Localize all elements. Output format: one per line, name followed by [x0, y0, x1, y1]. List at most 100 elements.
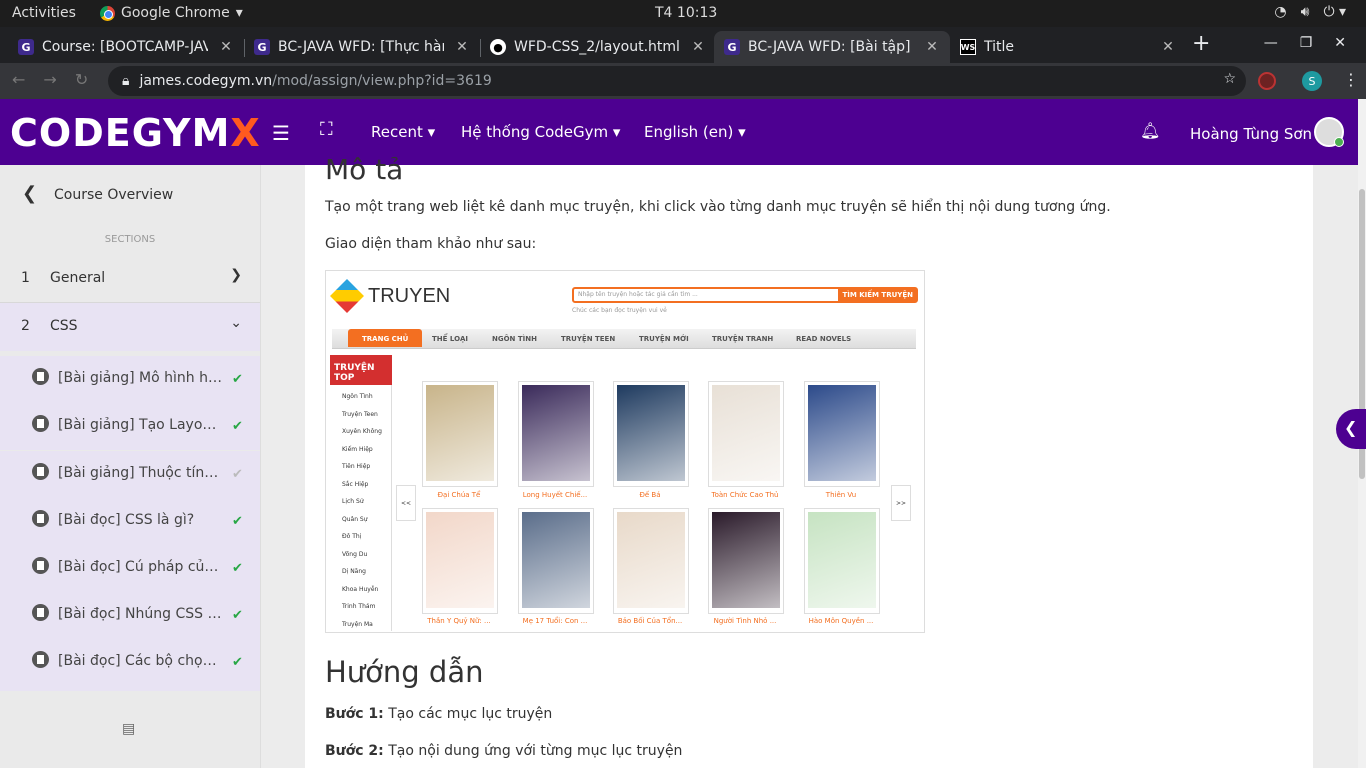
mockup-menu-item: TRANG CHỦ	[348, 329, 423, 347]
activity-label: [Bài đọc] Các bộ chọn (...	[58, 653, 223, 669]
section-heading-description: Mô tả	[325, 153, 404, 186]
bell-icon[interactable]: 🔔︎	[1140, 121, 1160, 140]
mockup-brand: TRUYEN	[330, 279, 450, 313]
activity-item[interactable]: [Bài giảng] Mô hình hộp... ✔	[0, 356, 260, 403]
activity-label: [Bài giảng] Tạo Layout ...	[58, 417, 223, 433]
user-name[interactable]: Hoàng Tùng Sơn	[1190, 125, 1312, 143]
tab-thuc-hanh[interactable]: G BC-JAVA WFD: [Thực hành ✕	[244, 31, 480, 63]
cover-image	[522, 512, 590, 608]
site-header: CODEGYMX ☰ ⛶ Recent ▾ Hệ thống CodeGym ▾…	[0, 99, 1358, 165]
reload-icon[interactable]: ↻	[75, 70, 88, 89]
close-icon[interactable]: ✕	[452, 39, 472, 55]
extension-icon[interactable]	[1258, 72, 1276, 90]
cube-logo-icon	[330, 279, 364, 313]
more-menu-icon[interactable]: ⋮	[1343, 70, 1359, 89]
fullscreen-icon[interactable]: ⛶	[320, 119, 333, 140]
app-name: Google Chrome	[121, 5, 230, 21]
new-tab-button[interactable]: +	[1192, 31, 1210, 56]
mockup-category: Truyện Teen	[342, 411, 378, 418]
activities-button[interactable]: Activities	[12, 5, 76, 21]
nav-he-thong-codegym[interactable]: Hệ thống CodeGym ▾	[461, 123, 620, 141]
close-icon[interactable]: ✕	[922, 39, 942, 55]
check-icon: ✔	[232, 608, 243, 623]
activity-item[interactable]: [Bài đọc] Cú pháp của ... ✔	[0, 545, 260, 592]
document-icon	[32, 415, 49, 432]
activity-label: [Bài đọc] CSS là gì?	[58, 512, 195, 528]
course-overview-label: Course Overview	[54, 187, 174, 203]
mockup-category: Sắc Hiệp	[342, 481, 369, 488]
minimize-icon[interactable]: —	[1264, 35, 1278, 51]
user-avatar[interactable]	[1314, 117, 1344, 147]
nav-recent[interactable]: Recent ▾	[371, 123, 435, 141]
cover-image	[808, 385, 876, 481]
mockup-book-title: Long Huyết Chiế...	[522, 491, 588, 499]
activity-item[interactable]: [Bài giảng] Thuộc tính ... ✔	[0, 451, 260, 498]
close-window-icon[interactable]: ✕	[1334, 35, 1346, 51]
logo-text: CODEGYM	[10, 111, 231, 155]
section-css[interactable]: 2 CSS ⌄	[0, 303, 260, 351]
clock[interactable]: T4 10:13	[655, 5, 717, 21]
hamburger-menu-icon[interactable]: ☰	[272, 121, 290, 145]
mockup-menu-item: THỂ LOẠI	[432, 335, 469, 343]
address-bar[interactable]: 🔒︎ james.codegym.vn/mod/assign/view.php?…	[108, 66, 1246, 96]
power-icon: ⏻ ▾	[1323, 4, 1346, 20]
tab-title-webstorm[interactable]: WS Title ✕	[950, 31, 1186, 63]
mockup-book-title: Đại Chúa Tể	[437, 491, 481, 499]
mockup-book-title: Toàn Chức Cao Thủ	[711, 491, 779, 499]
close-icon[interactable]: ✕	[216, 39, 236, 55]
step-2: Bước 2: Tạo nội dung ứng với từng mục lụ…	[325, 743, 682, 759]
activity-item[interactable]: [Bài đọc] CSS là gì? ✔	[0, 498, 260, 545]
sections-heading: SECTIONS	[104, 234, 156, 245]
close-icon[interactable]: ✕	[1158, 39, 1178, 55]
activity-item[interactable]: [Bài giảng] Tạo Layout ... ✔	[0, 403, 260, 450]
mockup-slogan: Chúc các bạn đọc truyện vui vẻ	[572, 307, 667, 314]
check-icon: ✔	[232, 514, 243, 529]
mockup-category: Truyện Ma	[342, 621, 373, 628]
section-general[interactable]: 1 General ❯	[0, 255, 260, 303]
close-icon[interactable]: ✕	[688, 39, 708, 55]
system-tray[interactable]: ◔ 🔊︎ ⏻ ▾	[1274, 4, 1346, 20]
url-host: james.codegym.vn	[139, 73, 273, 89]
course-overview-link[interactable]: ❮ Course Overview	[0, 165, 260, 225]
activity-item[interactable]: [Bài đọc] Nhúng CSS v... ✔	[0, 592, 260, 639]
tab-course-bootcamp[interactable]: G Course: [BOOTCAMP-JAVA ✕	[8, 31, 244, 63]
reference-text: Giao diện tham khảo như sau:	[325, 236, 537, 252]
archive-icon[interactable]: ▤	[122, 721, 135, 737]
tab-title: Title	[984, 39, 1015, 55]
tab-github-layout[interactable]: ● WFD-CSS_2/layout.html at ✕	[480, 31, 716, 63]
mockup-book-cover	[708, 381, 784, 487]
maximize-icon[interactable]: ❐	[1300, 35, 1313, 51]
app-menu[interactable]: Google Chrome ▾	[100, 5, 243, 21]
codegym-logo[interactable]: CODEGYMX	[10, 111, 261, 155]
mockup-book-title: Thiên Vu	[825, 491, 857, 499]
tab-title: Course: [BOOTCAMP-JAVA	[42, 39, 208, 55]
reference-screenshot: TRUYEN Nhập tên truyện hoặc tác giả cần …	[325, 270, 925, 633]
check-icon: ✔	[232, 372, 243, 387]
tab-bai-tap-active[interactable]: G BC-JAVA WFD: [Bài tập] Tạ ✕	[714, 31, 950, 63]
mockup-category: Xuyên Không	[342, 428, 382, 435]
section-heading-guide: Hướng dẫn	[325, 655, 484, 689]
activity-label: [Bài đọc] Cú pháp của ...	[58, 559, 223, 575]
forward-icon[interactable]: →	[43, 70, 56, 89]
mockup-book-cover	[518, 381, 594, 487]
back-icon[interactable]: ←	[12, 70, 25, 89]
mockup-book-title: Người Tình Nhỏ ...	[713, 617, 777, 625]
chevron-left-icon: ❮	[1344, 418, 1358, 437]
mockup-book-cover	[518, 508, 594, 614]
mockup-book-title: Mẹ 17 Tuổi: Con ...	[522, 617, 588, 625]
check-icon: ✔	[232, 655, 243, 670]
step-1: Bước 1: Tạo các mục lục truyện	[325, 706, 552, 722]
bookmark-star-icon[interactable]: ☆	[1223, 71, 1236, 87]
section-label: CSS	[50, 318, 78, 334]
activity-item[interactable]: [Bài đọc] Các bộ chọn (... ✔	[0, 639, 260, 691]
toolbar: ← → ↻ 🔒︎ james.codegym.vn/mod/assign/vie…	[0, 63, 1366, 99]
document-icon	[32, 368, 49, 385]
os-top-bar: Activities Google Chrome ▾ T4 10:13 ◔ 🔊︎…	[0, 0, 1366, 27]
mockup-category: Quân Sự	[342, 516, 368, 523]
logo-x: X	[230, 111, 261, 155]
mockup-prev-arrow: <<	[396, 485, 416, 521]
tab-title: BC-JAVA WFD: [Thực hành	[278, 39, 444, 55]
cover-image	[808, 512, 876, 608]
nav-language[interactable]: English (en) ▾	[644, 123, 746, 141]
profile-avatar[interactable]: S	[1302, 71, 1322, 91]
